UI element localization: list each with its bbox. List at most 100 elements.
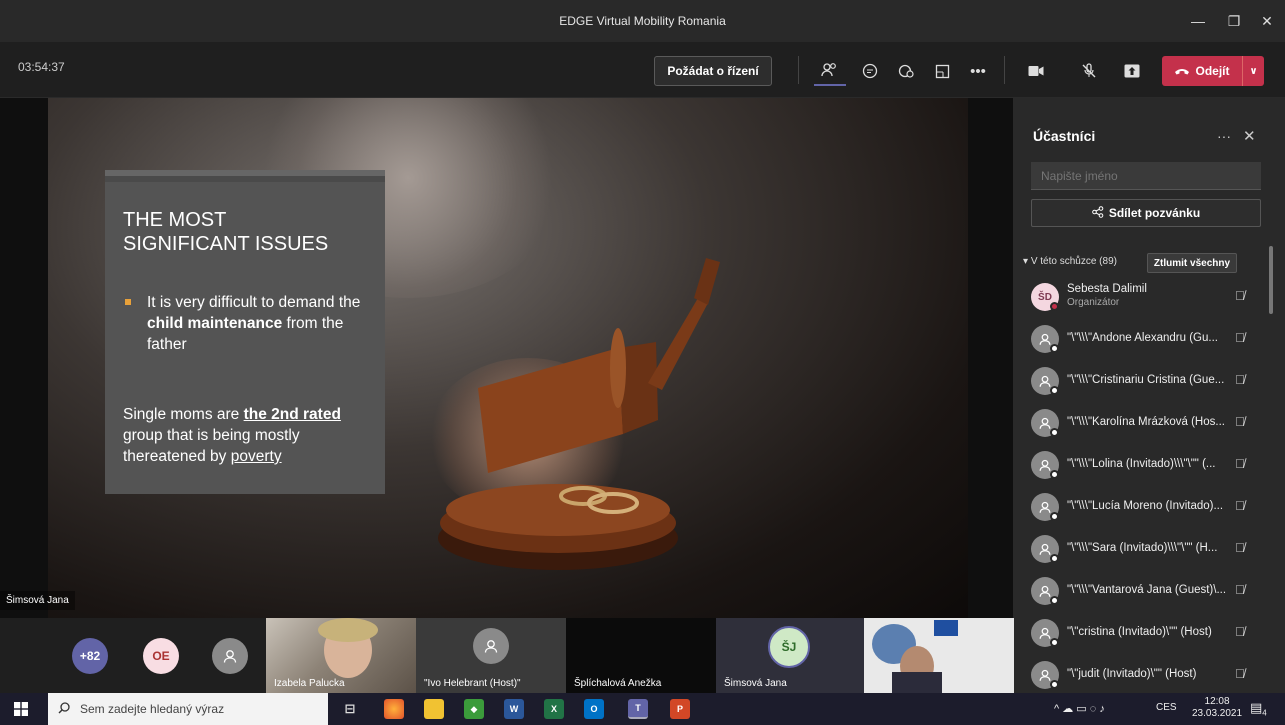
avatar: ŠJ: [768, 626, 810, 668]
mic-muted-icon: 🎙̸: [1235, 288, 1245, 303]
search-icon: [58, 701, 70, 717]
tile-name: Izabela Palucka: [274, 678, 345, 689]
participant-row[interactable]: "\"\\\"Andone Alexandru (Gu... 🎙̸: [1013, 320, 1269, 358]
avatar: [1031, 451, 1059, 479]
mic-muted-icon: 🎙̸: [1235, 456, 1245, 471]
bullet-square-icon: [125, 299, 131, 305]
notification-center-icon[interactable]: ▤4: [1250, 700, 1267, 718]
video-tile-simsova[interactable]: ŠJ Šimsová Jana: [716, 618, 864, 693]
tile-name: "Ivo Helebrant (Host)": [424, 678, 521, 689]
minimize-icon[interactable]: —: [1180, 0, 1216, 42]
mic-muted-icon: 🎙̸: [1235, 540, 1245, 555]
avatar: [1031, 535, 1059, 563]
slide-title-line: SIGNIFICANT ISSUES: [123, 233, 329, 255]
participant-row[interactable]: "\"cristina (Invitado)\"" (Host) 🎙̸: [1013, 614, 1269, 652]
participant-name: "\"\\\"Vantarová Jana (Guest)\...: [1067, 584, 1227, 596]
participant-name: "\"\\\"Cristinariu Cristina (Gue...: [1067, 374, 1225, 386]
windows-start-icon[interactable]: [14, 702, 28, 721]
participant-name: "\"cristina (Invitado)\"" (Host): [1067, 626, 1212, 638]
excel-icon[interactable]: X: [544, 699, 564, 719]
in-meeting-header[interactable]: ▾ V této schůzce (89): [1023, 256, 1117, 267]
share-icon: [1092, 205, 1104, 221]
participant-row[interactable]: ŠD Šebesta Dalimil Organizátor 🎙̸: [1013, 278, 1269, 316]
share-invite-button[interactable]: Sdílet pozvánku: [1031, 199, 1261, 227]
participant-name: "\"judit (Invitado)\"" (Host): [1067, 668, 1197, 680]
participants-icon[interactable]: [814, 56, 846, 86]
camera-icon[interactable]: [1020, 56, 1052, 86]
more-options-icon[interactable]: •••: [962, 56, 994, 86]
request-control-button[interactable]: Požádat o řízení: [654, 56, 772, 86]
video-tile-splichalova[interactable]: Šplíchalová Anežka: [566, 618, 716, 693]
phone-hangup-icon: [1174, 64, 1190, 78]
mute-all-button[interactable]: Ztlumit všechny: [1147, 253, 1237, 273]
mic-muted-icon: 🎙̸: [1235, 372, 1245, 387]
slide-top-rule: [105, 170, 385, 176]
panel-more-icon[interactable]: ···: [1217, 128, 1231, 144]
participant-row[interactable]: "\"\\\"Cristinariu Cristina (Gue... 🎙̸: [1013, 362, 1269, 400]
chevron-down-icon: ▾: [1023, 256, 1031, 267]
tile-name: Šimsová Jana: [724, 678, 787, 689]
outlook-icon[interactable]: O: [584, 699, 604, 719]
taskbar-search-box[interactable]: Sem zadejte hledaný výraz: [48, 693, 328, 725]
leave-label: Odejít: [1195, 64, 1230, 78]
input-language[interactable]: CES: [1156, 702, 1177, 713]
avatar: OE: [143, 638, 179, 674]
meeting-timer: 03:54:37: [18, 60, 65, 74]
reactions-icon[interactable]: [890, 56, 922, 86]
chat-icon[interactable]: [854, 56, 886, 86]
video-tile-ivo[interactable]: "Ivo Helebrant (Host)": [416, 618, 566, 693]
share-screen-icon[interactable]: [1116, 56, 1148, 86]
bullet-text: It is very difficult to demand the: [147, 294, 361, 311]
teams-icon[interactable]: T: [628, 699, 648, 719]
participant-row[interactable]: "\"judit (Invitado)\"" (Host) 🎙̸: [1013, 656, 1269, 694]
file-explorer-icon[interactable]: [424, 699, 444, 719]
shared-content-stage: THE MOST SIGNIFICANT ISSUES It is very d…: [0, 98, 1013, 618]
leave-button[interactable]: Odejít ∨: [1162, 56, 1264, 86]
powerpoint-icon[interactable]: P: [670, 699, 690, 719]
slide-bullet: It is very difficult to demand the child…: [125, 292, 375, 355]
panel-close-icon[interactable]: ✕: [1243, 127, 1256, 145]
tray-icons[interactable]: ^ ☁ ▭ ◌ ♪: [1054, 702, 1105, 715]
participant-row[interactable]: "\"\\\"Sara (Invitado)\\\"\"" (H... 🎙̸: [1013, 530, 1269, 568]
participant-row[interactable]: "\"\\\"Karolína Mrázková (Hos... 🎙̸: [1013, 404, 1269, 442]
title-bar: EDGE Virtual Mobility Romania — ❐ ✕: [0, 0, 1285, 42]
participant-name: "\"\\\"Lucía Moreno (Invitado)...: [1067, 500, 1224, 512]
participant-row[interactable]: "\"\\\"Lucía Moreno (Invitado)... 🎙̸: [1013, 488, 1269, 526]
clock-time: 12:08: [1204, 696, 1230, 707]
participant-name: "\"\\\"Andone Alexandru (Gu...: [1067, 332, 1218, 344]
paragraph-text: Single moms are: [123, 406, 240, 423]
participant-name: Šebesta Dalimil: [1067, 283, 1147, 295]
presence-icon: [1050, 638, 1059, 647]
mic-muted-icon[interactable]: [1073, 56, 1105, 86]
video-tile-logos[interactable]: [864, 618, 1014, 693]
word-icon[interactable]: W: [504, 699, 524, 719]
participant-row[interactable]: "\"\\\"Vantarová Jana (Guest)\... 🎙̸: [1013, 572, 1269, 610]
panel-title: Účastníci: [1033, 128, 1096, 144]
notepad-plus-icon[interactable]: ◆: [464, 699, 484, 719]
presence-icon: [1050, 512, 1059, 521]
task-view-icon[interactable]: ⊟: [340, 699, 360, 719]
bullet-bold-text: child maintenance: [147, 315, 283, 332]
avatar: [1031, 367, 1059, 395]
participant-row[interactable]: "\"\\\"Lolina (Invitado)\\\"\"" (... 🎙̸: [1013, 446, 1269, 484]
scrollbar[interactable]: [1269, 246, 1273, 314]
chevron-down-icon[interactable]: ∨: [1242, 56, 1264, 86]
overflow-participants-button[interactable]: +82: [72, 638, 108, 674]
slide-title: THE MOST SIGNIFICANT ISSUES: [123, 208, 328, 256]
paragraph-bold-text: the 2nd rated: [243, 406, 341, 423]
presenter-name-label: Šimsová Jana: [0, 591, 75, 610]
presence-icon: [1050, 680, 1059, 689]
participant-name: "\"\\\"Sara (Invitado)\\\"\"" (H...: [1067, 542, 1218, 554]
participant-name: "\"\\\"Karolína Mrázková (Hos...: [1067, 416, 1225, 428]
video-tile-izabela[interactable]: Izabela Palucka: [266, 618, 416, 693]
presence-busy-icon: [1050, 302, 1059, 311]
participant-search-input[interactable]: [1031, 162, 1261, 190]
firefox-icon[interactable]: [384, 699, 404, 719]
rooms-icon[interactable]: [926, 56, 958, 86]
close-icon[interactable]: ✕: [1249, 0, 1285, 42]
taskbar-clock[interactable]: 12:08 23.03.2021: [1192, 696, 1242, 720]
maximize-icon[interactable]: ❐: [1216, 0, 1252, 42]
slide-paragraph: Single moms are the 2nd rated group that…: [123, 404, 381, 467]
tile-name: Šplíchalová Anežka: [574, 678, 662, 689]
webcam-shirt-image: [892, 672, 942, 693]
